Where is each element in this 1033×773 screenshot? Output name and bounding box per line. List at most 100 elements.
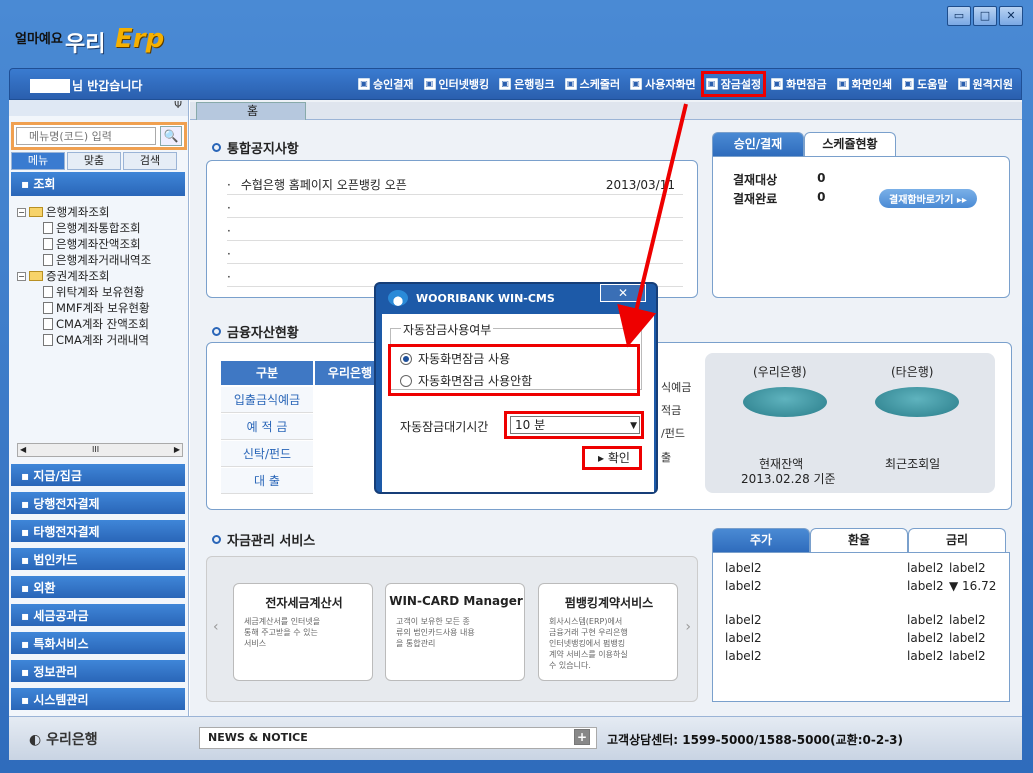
- other-bank-label: 적금: [661, 404, 682, 417]
- collapse-icon[interactable]: −: [17, 271, 26, 281]
- toolbar-item-label: 승인결재: [373, 78, 414, 91]
- toolbar-item-remote-support[interactable]: ▣ 원격지원: [957, 76, 1013, 92]
- notice-row[interactable]: ·: [227, 221, 683, 241]
- notice-box: · 수협은행 홈페이지 오픈뱅킹 오픈 2013/03/11 · · · ·: [206, 160, 698, 298]
- toolbar-item-approve[interactable]: ▣ 승인결재: [358, 76, 414, 92]
- toolbar-item-label: 화면잠금: [786, 78, 827, 91]
- tab-search[interactable]: 검색: [123, 152, 177, 170]
- highlight-box: [388, 344, 640, 396]
- tree-item[interactable]: 위탁계좌 보유현황: [17, 284, 151, 300]
- toolbar-item-scheduler[interactable]: ▣ 스케줄러: [564, 76, 620, 92]
- go-approval-button[interactable]: 결재함바로가기 ▸▸: [879, 189, 977, 208]
- tab-exchange[interactable]: 환율: [810, 528, 908, 552]
- menu-search-input[interactable]: [16, 127, 156, 145]
- toolbar-item-label: 사용자화면: [645, 78, 696, 91]
- assets-row[interactable]: 입출금식예금: [221, 387, 313, 413]
- rates-cell: label2: [907, 649, 944, 663]
- tree-item[interactable]: CMA계좌 거래내역: [17, 332, 151, 348]
- collapse-icon[interactable]: −: [17, 207, 26, 217]
- services-box: ‹ › 전자세금계산서 세금계산서를 인터넷을 통해 주고받을 수 있는 서비스 …: [206, 556, 698, 702]
- approval-label: 결재대상: [733, 173, 778, 187]
- service-card-tax[interactable]: 전자세금계산서 세금계산서를 인터넷을 통해 주고받을 수 있는 서비스: [233, 583, 373, 681]
- tree-item[interactable]: 은행계좌통합조회: [17, 220, 151, 236]
- left-nav-item[interactable]: ▪ 세금공과금: [11, 604, 185, 628]
- toolbar-item-label: 원격지원: [972, 78, 1013, 91]
- tree-item-label: 위탁계좌 보유현황: [56, 285, 145, 299]
- tree-item-label: CMA계좌 거래내역: [56, 333, 149, 347]
- service-card-wincard[interactable]: WIN-CARD Manager 고객이 보유한 모든 종류의 법인카드사용 내용…: [385, 583, 525, 681]
- left-nav-item[interactable]: ▪ 정보관리: [11, 660, 185, 684]
- menu-search: 🔍: [11, 122, 187, 150]
- service-card-firmbanking[interactable]: 펌뱅킹계약서비스 회사시스템(ERP)에서 금융거래 구현 우리은행 인터넷뱅킹에…: [538, 583, 678, 681]
- notice-row[interactable]: ·: [227, 198, 683, 218]
- left-nav-item[interactable]: ▪ 지급/집금: [11, 464, 185, 488]
- toolbar-item-bank-link[interactable]: ▣ 은행링크: [499, 76, 555, 92]
- footer: ◐ 우리은행 NEWS & NOTICE + 고객상담센터: 1599-5000…: [9, 716, 1022, 760]
- menu-section-inquiry[interactable]: ▪ 조회: [11, 172, 185, 196]
- tree-item[interactable]: 은행계좌거래내역조: [17, 252, 151, 268]
- left-nav-item[interactable]: ▪ 외환: [11, 576, 185, 600]
- auto-lock-group-label: 자동잠금사용여부: [401, 321, 494, 338]
- tree-folder[interactable]: − 은행계좌조회: [17, 204, 151, 220]
- left-nav-item[interactable]: ▪ 법인카드: [11, 548, 185, 572]
- notice-date: 2013/03/11: [605, 177, 675, 192]
- toolbar-item-internet-banking[interactable]: ▣ 인터넷뱅킹: [423, 76, 489, 92]
- plus-icon[interactable]: +: [574, 729, 590, 745]
- woori-balance-icon: [743, 387, 827, 431]
- service-card-title: 전자세금계산서: [265, 596, 343, 610]
- tab-stock[interactable]: 주가: [712, 528, 810, 552]
- restore-button[interactable]: □: [973, 6, 997, 26]
- tree-item[interactable]: MMF계좌 보유현황: [17, 300, 151, 316]
- tab-menu[interactable]: 메뉴: [11, 152, 65, 170]
- tree-item[interactable]: CMA계좌 잔액조회: [17, 316, 151, 332]
- tree-folder[interactable]: − 증권계좌조회: [17, 268, 151, 284]
- notice-row[interactable]: · 수협은행 홈페이지 오픈뱅킹 오픈 2013/03/11: [227, 175, 683, 195]
- screen-lock-icon: ▣: [771, 78, 784, 90]
- minimize-button[interactable]: ▭: [947, 6, 971, 26]
- news-notice-bar[interactable]: NEWS & NOTICE: [199, 727, 597, 749]
- scroll-right-icon[interactable]: ▶: [174, 445, 180, 454]
- assets-row[interactable]: 예 적 금: [221, 414, 313, 440]
- tab-approval[interactable]: 승인/결재: [712, 132, 804, 156]
- footer-brand: ◐ 우리은행: [29, 729, 98, 749]
- toolbar-item-user-screen[interactable]: ▣ 사용자화면: [630, 76, 696, 92]
- tree-scrollbar[interactable]: ◀ III ▶: [17, 443, 183, 457]
- service-card-desc: 회사시스템(ERP)에서 금융거래 구현 우리은행 인터넷뱅킹에서 펌뱅킹계약 …: [549, 617, 628, 670]
- bullet-icon: [212, 535, 221, 544]
- document-icon: [43, 302, 53, 314]
- tab-interest[interactable]: 금리: [908, 528, 1006, 552]
- rates-row: label2 label2 label2: [725, 649, 986, 663]
- scroll-left-icon[interactable]: ◀: [20, 445, 26, 454]
- toolbar-item-help[interactable]: ▣ 도움말: [902, 76, 948, 92]
- rates-row: label2 label2 label2: [725, 613, 986, 627]
- services-prev-icon[interactable]: ‹: [213, 619, 219, 635]
- scroll-thumb[interactable]: III: [92, 445, 99, 454]
- scheduler-icon: ▣: [564, 78, 577, 90]
- toolbar-item-label: 은행링크: [514, 78, 555, 91]
- toolbar-item-lock-setting[interactable]: ▣ 잠금설정: [700, 71, 767, 97]
- dialog-close-button[interactable]: ✕: [600, 284, 646, 302]
- left-nav-item[interactable]: ▪ 타행전자결제: [11, 520, 185, 544]
- toolbar-item-print[interactable]: ▣ 화면인쇄: [836, 76, 892, 92]
- assets-row[interactable]: 대 출: [221, 468, 313, 494]
- assets-row[interactable]: 신탁/펀드: [221, 441, 313, 467]
- notice-row[interactable]: ·: [227, 244, 683, 264]
- close-button[interactable]: ✕: [999, 6, 1023, 26]
- pin-icon[interactable]: Ψ: [9, 100, 188, 116]
- tab-custom[interactable]: 맞춤: [67, 152, 121, 170]
- notice-title-text: 통합공지사항: [227, 142, 299, 157]
- balance-date-label: 2013.02.28 기준: [741, 472, 836, 486]
- tree-item[interactable]: 은행계좌잔액조회: [17, 236, 151, 252]
- print-icon: ▣: [836, 78, 849, 90]
- left-nav-item[interactable]: ▪ 특화서비스: [11, 632, 185, 656]
- tab-home[interactable]: 홈: [196, 102, 306, 120]
- left-nav-label: 외환: [33, 581, 56, 595]
- left-nav-item[interactable]: ▪ 당행전자결제: [11, 492, 185, 516]
- left-nav-item[interactable]: ▪ 시스템관리: [11, 688, 185, 712]
- rates-cell: label2: [725, 613, 762, 627]
- search-icon[interactable]: 🔍: [160, 126, 182, 146]
- services-next-icon[interactable]: ›: [685, 619, 691, 635]
- tab-schedule[interactable]: 스케쥴현황: [804, 132, 896, 156]
- logo-text-1: 얼마예요: [15, 32, 63, 47]
- toolbar-item-screen-lock[interactable]: ▣ 화면잠금: [771, 76, 827, 92]
